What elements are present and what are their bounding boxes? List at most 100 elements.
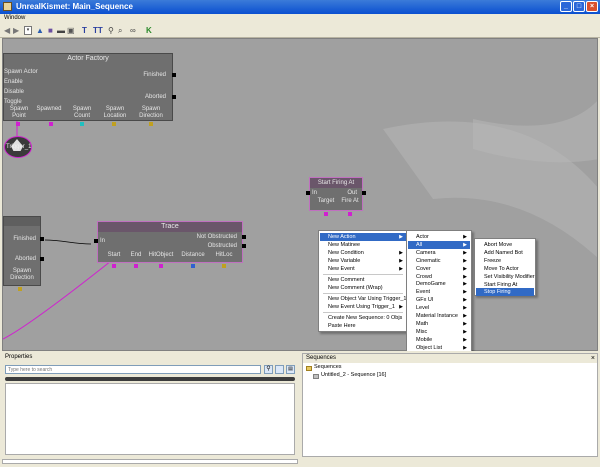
menu-item[interactable]: Level ▶	[408, 304, 470, 312]
close-icon[interactable]: ×	[586, 1, 598, 12]
start-firing-at-node[interactable]: Start Firing At In Out Target Fire At	[306, 177, 366, 216]
save-icon[interactable]: ▬	[57, 27, 65, 35]
menu-item[interactable]: Set Visibility Modifier	[476, 273, 535, 281]
menu-item[interactable]: Move To Actor	[476, 265, 534, 273]
var-pin[interactable]	[112, 264, 116, 268]
menu-item[interactable]: Mobile ▶	[408, 336, 470, 344]
menu-item[interactable]: Start Firing At	[476, 281, 534, 289]
menu-item[interactable]: New Event ▶	[320, 265, 406, 273]
node-var-label: Spawned	[36, 106, 62, 112]
var-pin[interactable]	[18, 287, 22, 291]
menu-item[interactable]: Crowd ▶	[408, 273, 470, 281]
var-pin[interactable]	[348, 212, 352, 216]
menu-item[interactable]: Create New Sequence: 0 Objs	[320, 314, 406, 322]
dropdown-icon[interactable]: ▾	[24, 26, 32, 35]
trace-node[interactable]: Trace In Not Obstructed Obstructed Start…	[94, 221, 246, 268]
actor-factory-node[interactable]: Actor Factory Spawn Actor Enable Disable…	[3, 53, 176, 126]
output-pin[interactable]	[172, 95, 176, 99]
menu-item[interactable]: GFx UI ▶	[408, 296, 470, 304]
sequence-tree-item[interactable]: Untitled_2 - Sequence [16]	[321, 372, 386, 378]
menu-item-label: Abort Move	[484, 242, 513, 248]
close-icon[interactable]: ×	[591, 355, 595, 362]
menu-window[interactable]: Window	[4, 15, 25, 21]
k-icon[interactable]: K	[146, 27, 152, 35]
maximize-icon[interactable]: □	[573, 1, 585, 12]
menu-item[interactable]: New Event Using Trigger_1 ▶	[320, 303, 406, 311]
input-pin[interactable]	[94, 239, 98, 243]
var-pin[interactable]	[49, 122, 53, 126]
menu-item[interactable]: New Action ▶	[320, 233, 406, 241]
output-pin[interactable]	[242, 235, 246, 239]
menu-item[interactable]: Camera ▶	[408, 249, 470, 257]
menu-item[interactable]: Abort Move	[476, 241, 534, 249]
menu-item[interactable]: New Variable ▶	[320, 257, 406, 265]
var-pin[interactable]	[159, 264, 163, 268]
menu-item[interactable]: DemoGame ▶	[408, 280, 470, 288]
input-pin[interactable]	[306, 191, 310, 195]
menu-item-label: Material Instance	[416, 313, 458, 319]
zoom-icon[interactable]: ⌕	[118, 27, 122, 35]
menu-item[interactable]: Freeze	[476, 257, 534, 265]
forward-icon[interactable]: ▶	[13, 27, 19, 35]
menu-item[interactable]: Add Named Bot	[476, 249, 534, 257]
search-icon[interactable]: ⚲	[264, 365, 273, 374]
submenu-arrow-icon: ▶	[463, 297, 467, 304]
clear-search-icon[interactable]	[275, 365, 284, 374]
t-icon[interactable]: T	[82, 27, 87, 35]
menu-item-label: All	[416, 241, 423, 248]
menu-item[interactable]: Event ▶	[408, 288, 470, 296]
menu-item[interactable]: New Object Var Using Trigger_1	[320, 295, 406, 303]
properties-category-bar[interactable]	[5, 377, 295, 381]
sequence-tree-root[interactable]: Sequences	[314, 364, 342, 370]
menu-item[interactable]: Actor ▶	[408, 233, 470, 241]
lock-icon[interactable]: ▤	[286, 365, 295, 374]
menu-item[interactable]: New Matinee	[320, 241, 406, 249]
menu-item-label: Create New Sequence: 0 Objs	[328, 315, 403, 321]
var-pin[interactable]	[112, 122, 116, 126]
var-pin[interactable]	[16, 122, 20, 126]
menu-item[interactable]: Stop Firing	[476, 288, 534, 297]
var-pin[interactable]	[149, 122, 153, 126]
var-pin[interactable]	[191, 264, 195, 268]
output-pin[interactable]	[40, 257, 44, 261]
node-input-label: In	[100, 238, 106, 244]
menu-item[interactable]: Cinematic ▶	[408, 257, 470, 265]
node-output-label: Obstructed	[207, 243, 237, 249]
up-icon[interactable]: ▲	[36, 27, 44, 35]
menu-item[interactable]: Misc ▶	[408, 328, 470, 336]
trigger-variable[interactable]: Trigger_1	[4, 136, 32, 158]
submenu-arrow-icon: ▶	[399, 234, 403, 240]
submenu-arrow-icon: ▶	[463, 257, 467, 264]
menu-item[interactable]: Cover ▶	[408, 265, 470, 273]
output-pin[interactable]	[172, 73, 176, 77]
tt-icon[interactable]: TT	[93, 27, 103, 35]
menu-item[interactable]: New Condition ▶	[320, 249, 406, 257]
back-icon[interactable]: ◀	[4, 27, 10, 35]
properties-scrollbar[interactable]	[2, 459, 298, 464]
properties-search-input[interactable]	[6, 366, 260, 373]
var-pin[interactable]	[324, 212, 328, 216]
link-icon[interactable]: ∞	[130, 27, 136, 35]
var-pin[interactable]	[222, 264, 226, 268]
bookmark-icon[interactable]: ■	[48, 27, 53, 35]
menu-item[interactable]: Material Instance ▶	[408, 312, 470, 320]
output-pin[interactable]	[242, 244, 246, 248]
menu-item[interactable]: New Comment	[320, 276, 406, 284]
node-var-label: Distance	[181, 252, 205, 258]
menu-item[interactable]: New Comment (Wrap)	[320, 284, 406, 292]
search-icon[interactable]: ⚲	[108, 27, 114, 35]
var-pin[interactable]	[134, 264, 138, 268]
menu-item[interactable]: Paste Here	[320, 322, 406, 330]
output-pin[interactable]	[40, 237, 44, 241]
minimize-icon[interactable]: _	[560, 1, 572, 12]
node-var-label: Spawn Direction	[139, 106, 163, 119]
image-icon[interactable]: ▣	[67, 27, 75, 35]
var-pin[interactable]	[80, 122, 84, 126]
menu-item[interactable]: All ▶	[408, 240, 470, 249]
menu-item-label: Freeze	[484, 257, 502, 264]
output-pin[interactable]	[362, 191, 366, 195]
folder-icon	[306, 366, 312, 371]
partial-node[interactable]: Finished Aborted Spawn Direction	[3, 216, 44, 291]
menu-item[interactable]: Math ▶	[408, 320, 470, 328]
kismet-canvas[interactable]: Actor Factory Spawn Actor Enable Disable…	[2, 38, 598, 351]
